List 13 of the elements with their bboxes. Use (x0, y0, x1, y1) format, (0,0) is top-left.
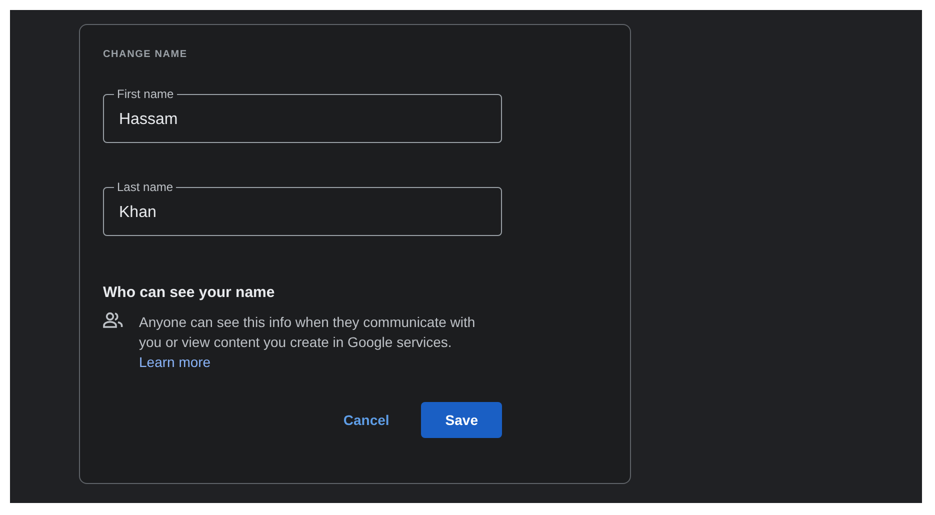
people-icon (103, 312, 123, 328)
name-input[interactable]: Hassam (119, 101, 486, 139)
field-label: Last name (116, 180, 174, 194)
name-input[interactable]: Khan (119, 194, 486, 232)
info-text: Anyone can see this info when they communicate with you or view content you create in Google services. Learn more (139, 313, 476, 372)
text-field[interactable]: Last name Khan (103, 180, 502, 236)
section-heading: Who can see your name (103, 284, 275, 301)
section-title: CHANGE NAME (103, 49, 188, 60)
cancel-button[interactable]: Cancel (319, 402, 414, 438)
learn-more-link[interactable]: Learn more (139, 354, 211, 370)
save-button[interactable]: Save (421, 402, 502, 438)
text-field[interactable]: First name Hassam (103, 87, 502, 143)
field-label: First name (116, 87, 175, 101)
